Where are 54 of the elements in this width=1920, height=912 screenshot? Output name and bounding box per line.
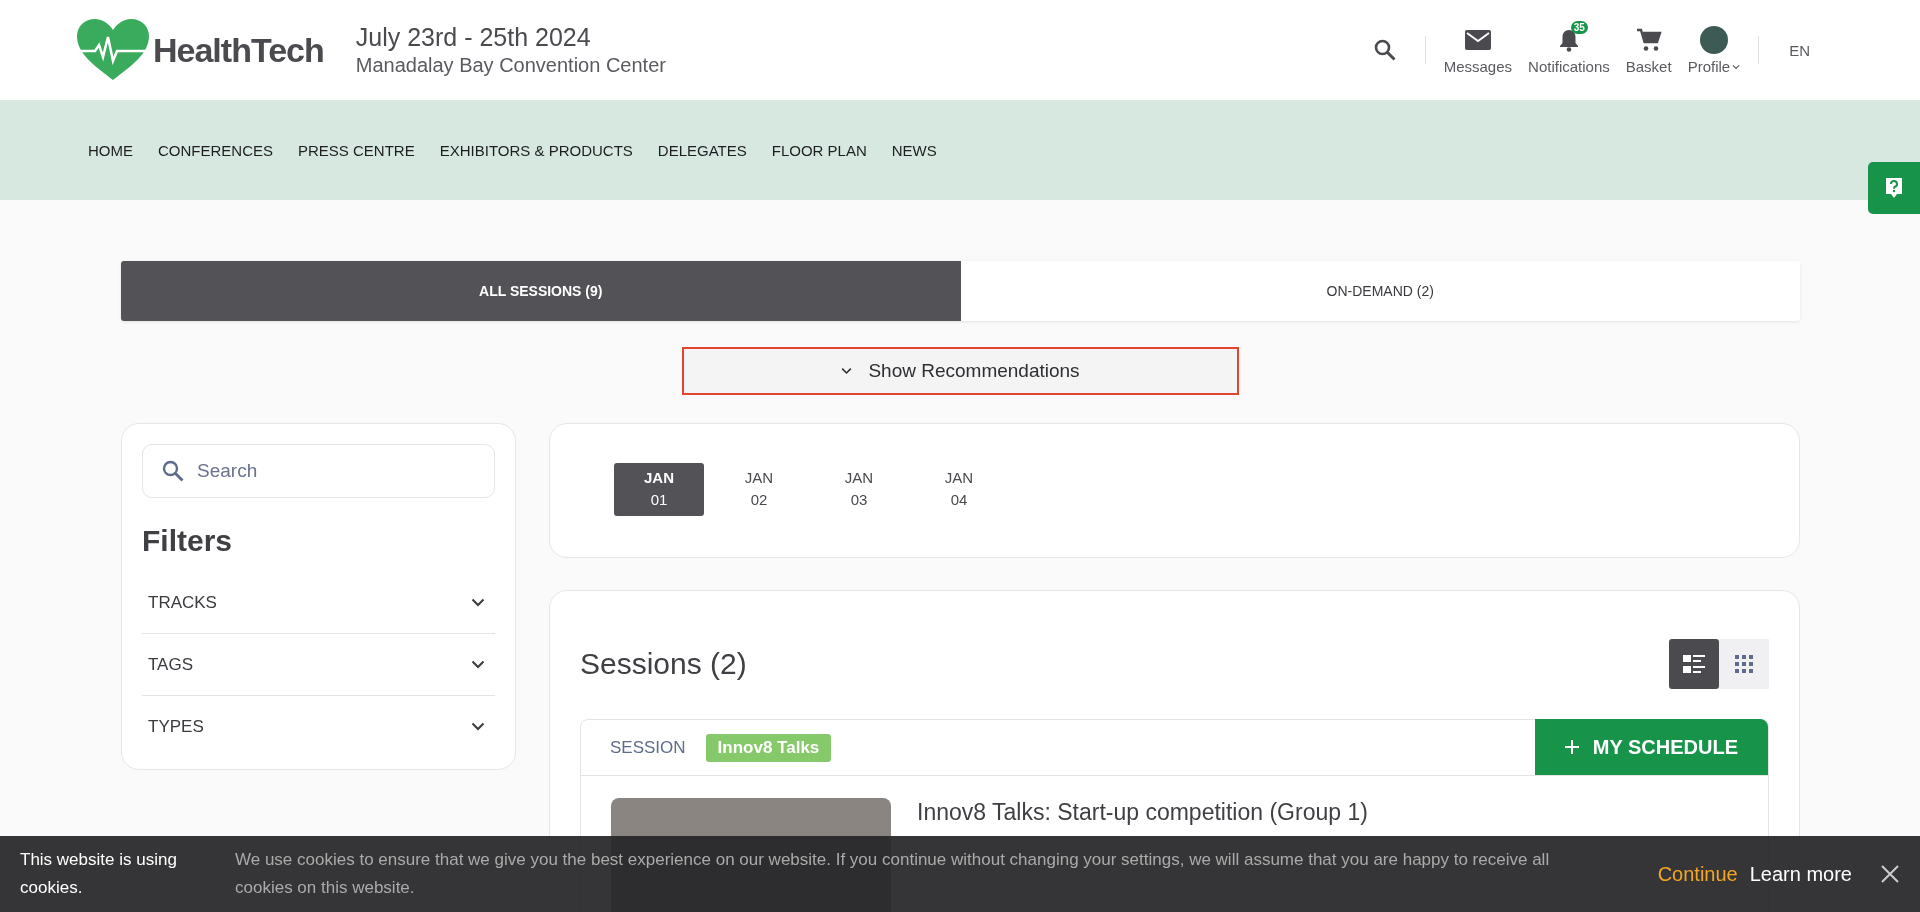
session-type: SESSION bbox=[610, 737, 686, 758]
chevron-icon bbox=[471, 722, 485, 731]
date-tab[interactable]: JAN 04 bbox=[914, 463, 1004, 516]
sessions-heading: Sessions (2) bbox=[580, 647, 747, 681]
filter-accordion[interactable]: TYPES bbox=[142, 696, 495, 757]
messages-link[interactable]: Messages bbox=[1443, 25, 1513, 75]
show-recommendations-button[interactable]: Show Recommendations bbox=[682, 347, 1239, 395]
chevron-icon bbox=[471, 598, 485, 607]
chevron-icon bbox=[841, 367, 853, 375]
learn-more-link[interactable]: Learn more bbox=[1749, 862, 1852, 886]
chevron-icon bbox=[471, 660, 485, 669]
avatar-icon bbox=[1699, 26, 1728, 54]
envelope-icon bbox=[1464, 30, 1491, 50]
session-tab[interactable]: ALL SESSIONS (9) bbox=[121, 261, 961, 321]
date-tab[interactable]: JAN 01 bbox=[614, 463, 704, 516]
filter-accordion[interactable]: TAGS bbox=[142, 634, 495, 696]
basket-link[interactable]: Basket bbox=[1625, 25, 1672, 75]
date-tab[interactable]: JAN 02 bbox=[714, 463, 804, 516]
filters-heading: Filters bbox=[142, 524, 234, 558]
language-selector[interactable]: EN bbox=[1789, 41, 1810, 59]
nav-link[interactable]: NEWS bbox=[891, 141, 937, 159]
list-view-icon bbox=[1683, 655, 1705, 673]
nav-link[interactable]: DELEGATES bbox=[657, 141, 747, 159]
grid-view-icon bbox=[1735, 655, 1753, 673]
view-toggle[interactable] bbox=[1719, 639, 1769, 689]
nav-link[interactable]: FLOOR PLAN bbox=[771, 141, 867, 159]
close-icon[interactable] bbox=[1880, 864, 1900, 884]
view-toggle[interactable] bbox=[1669, 639, 1719, 689]
heart-logo-icon bbox=[75, 18, 151, 82]
plus-icon bbox=[1564, 740, 1579, 754]
help-button[interactable] bbox=[1868, 162, 1920, 214]
nav-link[interactable]: CONFERENCES bbox=[158, 141, 273, 159]
date-tab[interactable]: JAN 03 bbox=[814, 463, 904, 516]
track-tag: Innov8 Talks bbox=[705, 733, 832, 762]
profile-link[interactable]: Profile bbox=[1687, 25, 1741, 75]
count-badge: 35 bbox=[1570, 21, 1588, 34]
search-icon[interactable] bbox=[1372, 38, 1397, 62]
filter-accordion[interactable]: TRACKS bbox=[142, 572, 495, 634]
cookie-title: This website is using cookies. bbox=[20, 849, 178, 899]
cart-icon bbox=[1635, 28, 1662, 52]
help-icon bbox=[1884, 177, 1904, 199]
nav-link[interactable]: PRESS CENTRE bbox=[298, 141, 415, 159]
cookie-message: We use cookies to ensure that we give you the best experience on our website. If you continue without changing your settings, we will assume that you are happy to receive all cookies on this website. bbox=[235, 849, 1551, 899]
event-dates: July 23rd - 25th 2024 bbox=[355, 23, 592, 52]
search-field[interactable]: Search bbox=[142, 444, 495, 498]
nav-link[interactable]: HOME bbox=[88, 141, 133, 159]
nav-link[interactable]: EXHIBITORS & PRODUCTS bbox=[439, 141, 633, 159]
session-title[interactable]: Innov8 Talks: Start-up competition (Group 1) bbox=[917, 799, 1368, 826]
logo-text: HealthTech bbox=[153, 30, 324, 70]
add-schedule-button[interactable]: MY SCHEDULE bbox=[1534, 719, 1768, 775]
continue-link[interactable]: Continue bbox=[1657, 862, 1738, 886]
event-venue: Manadalay Bay Convention Center bbox=[355, 54, 666, 77]
caret-icon bbox=[1732, 63, 1741, 70]
session-tab[interactable]: ON-DEMAND (2) bbox=[960, 261, 1800, 321]
